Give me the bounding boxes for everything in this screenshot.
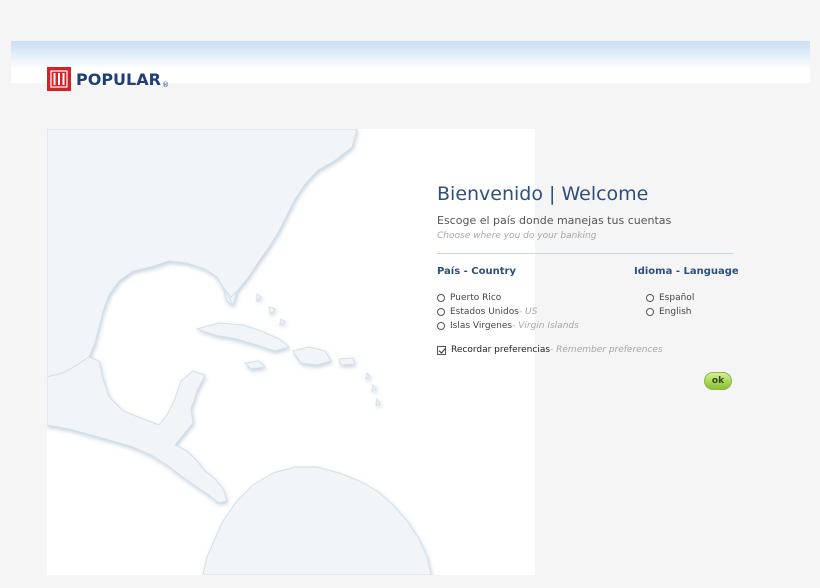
brand-logo[interactable]: POPULAR ®	[47, 67, 169, 91]
language-option-espanol[interactable]: Español	[646, 292, 694, 304]
popular-logo-icon	[47, 67, 71, 91]
country-option-label: Puerto Rico	[450, 293, 502, 303]
radio-button[interactable]	[646, 294, 654, 302]
country-option-label: Islas Virgenes	[450, 321, 513, 331]
country-option-virgin-islands[interactable]: Islas Virgenes - Virgin Islands	[437, 320, 579, 332]
welcome-subtitle-en: Choose where you do your banking	[437, 231, 597, 241]
country-option-label-en: - Virgin Islands	[512, 321, 579, 331]
language-option-english[interactable]: English	[646, 306, 692, 318]
remember-label: Recordar preferencias	[451, 345, 551, 355]
welcome-title: Bienvenido | Welcome	[437, 183, 649, 205]
country-option-us[interactable]: Estados Unidos - US	[437, 306, 537, 318]
language-option-label: Español	[659, 293, 695, 303]
country-option-puerto-rico[interactable]: Puerto Rico	[437, 292, 501, 304]
registered-mark: ®	[161, 81, 169, 89]
remember-label-en: - Remember preferences	[550, 345, 663, 355]
brand-name: POPULAR	[76, 69, 161, 89]
country-option-label-en: - US	[518, 307, 538, 317]
radio-button[interactable]	[646, 308, 654, 316]
language-heading: Idioma - Language	[634, 266, 739, 277]
radio-button[interactable]	[437, 322, 445, 330]
radio-button[interactable]	[437, 308, 445, 316]
country-option-label: Estados Unidos	[450, 307, 519, 317]
remember-preferences[interactable]: Recordar preferencias - Remember prefere…	[437, 344, 663, 356]
ok-button[interactable]: ok	[704, 372, 732, 390]
country-heading: País - Country	[437, 266, 516, 277]
checkbox[interactable]	[437, 345, 446, 355]
welcome-subtitle-es: Escoge el país donde manejas tus cuentas	[437, 214, 672, 227]
language-option-label: English	[659, 307, 692, 317]
radio-button[interactable]	[437, 294, 445, 302]
divider	[437, 253, 733, 254]
